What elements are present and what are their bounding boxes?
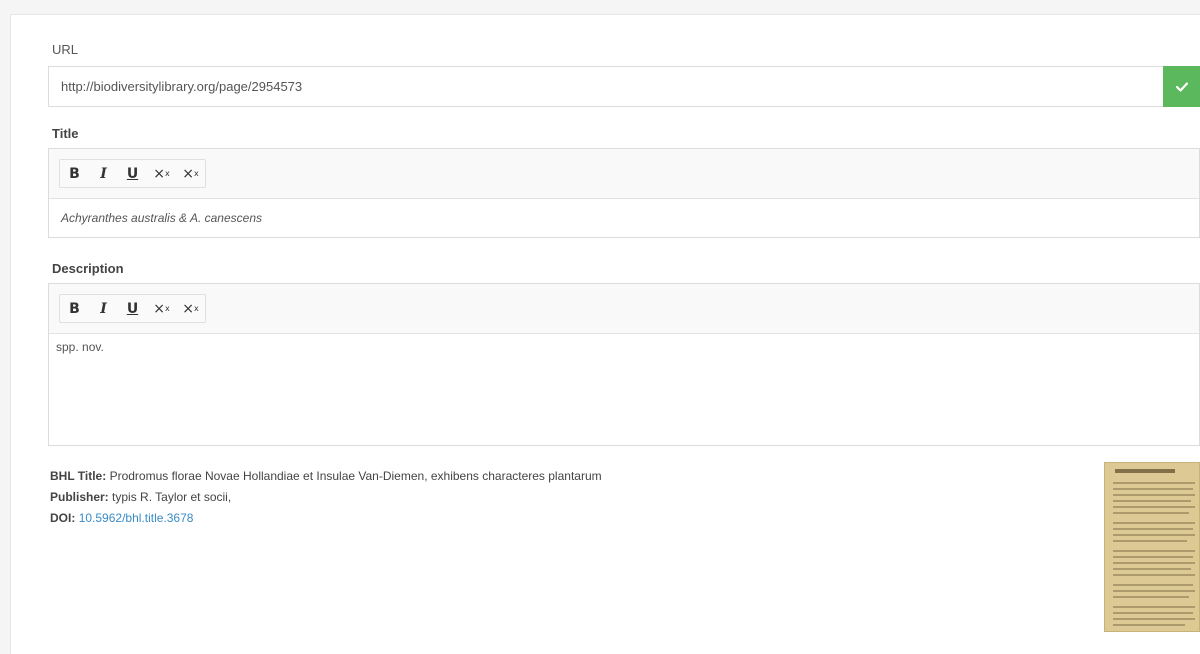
subscript-icon: x xyxy=(165,304,170,313)
page-scan-image xyxy=(1105,463,1199,631)
doi-row: DOI: 10.5962/bhl.title.3678 xyxy=(50,508,602,529)
underline-button[interactable]: U xyxy=(118,160,147,187)
publisher-key: Publisher: xyxy=(50,490,109,504)
format-button-group: B I U × x × x xyxy=(59,159,206,188)
superscript-icon: x xyxy=(194,169,199,178)
publisher-row: Publisher: typis R. Taylor et socii, xyxy=(50,487,602,508)
bhl-title-value: Prodromus florae Novae Hollandiae et Ins… xyxy=(109,469,602,483)
superscript-button[interactable]: × x xyxy=(176,295,205,322)
description-editor: B I U × x × x spp. nov. xyxy=(48,283,1200,446)
description-label: Description xyxy=(52,261,124,276)
doi-key: DOI: xyxy=(50,511,76,525)
superscript-button[interactable]: × x xyxy=(176,160,205,187)
superscript-icon: x xyxy=(194,304,199,313)
check-icon xyxy=(1175,81,1188,92)
subscript-button[interactable]: × x xyxy=(147,160,176,187)
bold-button[interactable]: B xyxy=(60,295,89,322)
italic-button[interactable]: I xyxy=(89,295,118,322)
title-editor: B I U × x × x Achyranthes australis & A. c… xyxy=(48,148,1200,238)
url-confirm-button[interactable] xyxy=(1163,66,1200,107)
italic-button[interactable]: I xyxy=(89,160,118,187)
bhl-title-key: BHL Title: xyxy=(50,469,107,483)
bhl-metadata: BHL Title: Prodromus florae Novae Hollan… xyxy=(50,466,602,529)
url-label: URL xyxy=(52,42,79,57)
bhl-title-row: BHL Title: Prodromus florae Novae Hollan… xyxy=(50,466,602,487)
subscript-icon: x xyxy=(165,169,170,178)
underline-button[interactable]: U xyxy=(118,295,147,322)
title-editor-toolbar: B I U × x × x xyxy=(49,149,1199,199)
description-input[interactable]: spp. nov. xyxy=(49,334,1199,360)
subscript-button[interactable]: × x xyxy=(147,295,176,322)
publisher-value: typis R. Taylor et socii, xyxy=(112,490,232,504)
page-thumbnail[interactable] xyxy=(1104,462,1200,632)
doi-link[interactable]: 10.5962/bhl.title.3678 xyxy=(79,511,194,525)
bold-button[interactable]: B xyxy=(60,160,89,187)
url-input[interactable]: http://biodiversitylibrary.org/page/2954… xyxy=(48,66,1163,107)
format-button-group: B I U × x × x xyxy=(59,294,206,323)
title-label: Title xyxy=(52,126,79,141)
description-editor-toolbar: B I U × x × x xyxy=(49,284,1199,334)
title-input[interactable]: Achyranthes australis & A. canescens xyxy=(49,199,1199,235)
